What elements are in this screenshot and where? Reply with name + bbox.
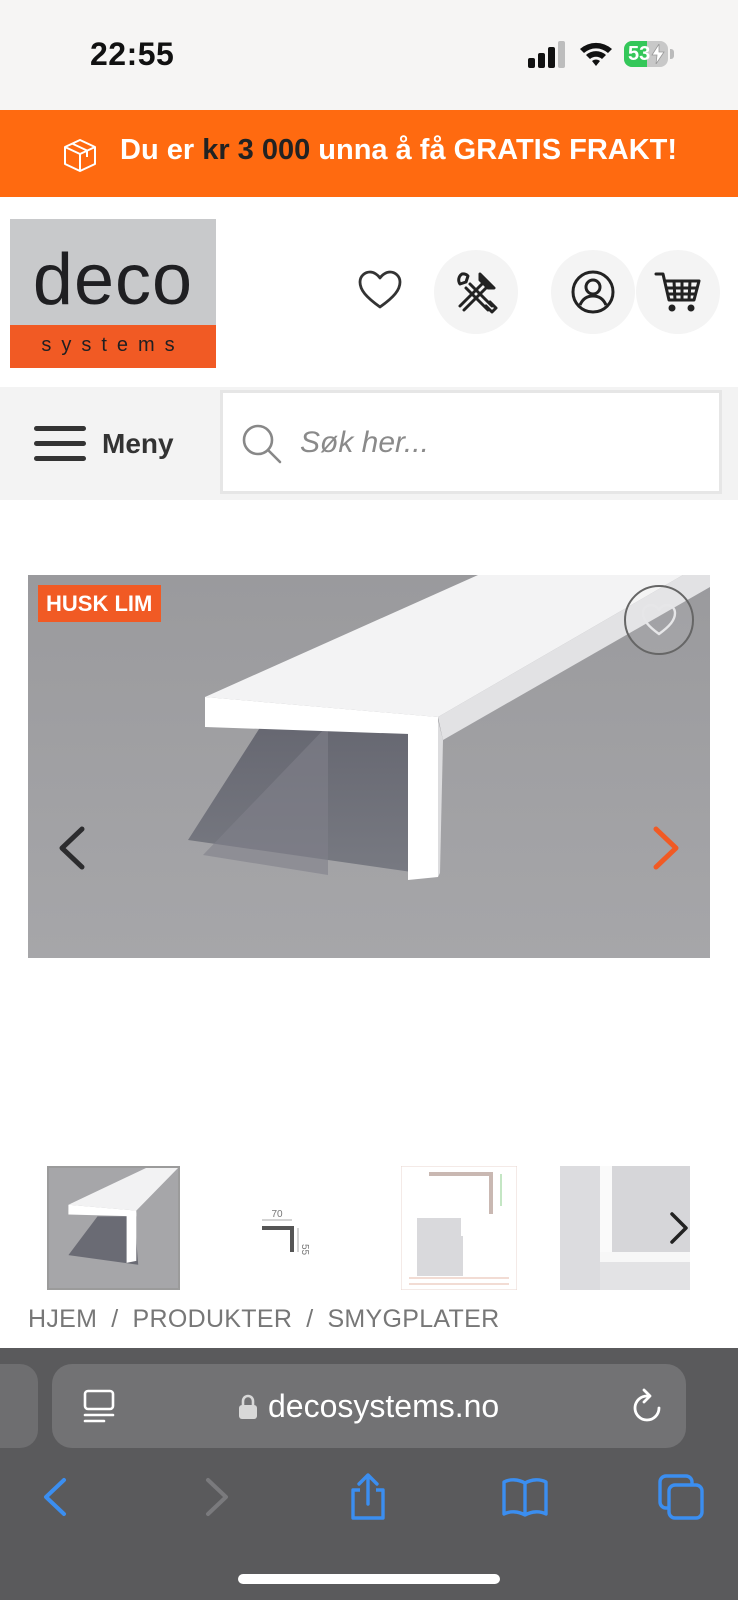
thumbnail-dimension-drawing[interactable]: 70 55 bbox=[214, 1166, 336, 1290]
add-to-wishlist-button[interactable] bbox=[624, 585, 694, 655]
reload-icon[interactable] bbox=[628, 1386, 666, 1426]
chevron-right-icon[interactable] bbox=[648, 825, 684, 871]
browser-toolbar: decosystems.no bbox=[0, 1348, 738, 1600]
site-header: deco systems bbox=[0, 197, 738, 387]
breadcrumb: HJEM / PRODUKTER / SMYGPLATER bbox=[28, 1305, 499, 1334]
chevron-right-icon[interactable] bbox=[666, 1210, 692, 1246]
bookmarks-icon[interactable] bbox=[500, 1472, 550, 1522]
forward-icon[interactable] bbox=[190, 1472, 240, 1522]
tools-button[interactable] bbox=[434, 250, 518, 334]
menu-button[interactable]: Meny bbox=[30, 419, 210, 469]
breadcrumb-home[interactable]: HJEM bbox=[28, 1305, 97, 1333]
battery-indicator: 53 bbox=[624, 41, 676, 67]
account-button[interactable] bbox=[551, 250, 635, 334]
breadcrumb-separator: / bbox=[306, 1305, 314, 1333]
thumbnail-strip: 70 55 bbox=[0, 1166, 738, 1292]
user-icon bbox=[571, 270, 615, 314]
shipping-box-icon bbox=[64, 139, 96, 172]
tabs-icon[interactable] bbox=[656, 1472, 706, 1522]
signal-icon bbox=[528, 41, 565, 68]
breadcrumb-products[interactable]: PRODUKTER bbox=[133, 1305, 293, 1333]
logo-strip: systems bbox=[10, 325, 216, 368]
heart-icon[interactable] bbox=[356, 267, 404, 315]
menu-icon bbox=[34, 426, 86, 461]
menu-label: Meny bbox=[102, 428, 174, 459]
charging-bolt-icon bbox=[651, 44, 665, 64]
product-gallery[interactable]: HUSK LIM bbox=[28, 575, 710, 958]
breadcrumb-current[interactable]: SMYGPLATER bbox=[327, 1305, 499, 1333]
logo-subtitle: systems bbox=[41, 334, 185, 356]
promo-text-before: Du er bbox=[120, 134, 203, 166]
free-shipping-banner: Du er kr 3 000 unna å få GRATIS FRAKT! bbox=[0, 110, 738, 197]
wifi-icon bbox=[580, 42, 612, 66]
reader-icon[interactable] bbox=[82, 1388, 116, 1424]
status-bar: 22:55 53 bbox=[0, 0, 738, 110]
search-icon bbox=[242, 424, 282, 464]
previous-tab-edge[interactable] bbox=[0, 1364, 38, 1448]
svg-text:55: 55 bbox=[299, 1244, 310, 1256]
share-icon[interactable] bbox=[343, 1472, 393, 1522]
remaining-amount: kr 3 000 bbox=[202, 134, 311, 166]
cart-icon bbox=[654, 272, 701, 312]
nav-bar: Meny bbox=[0, 387, 738, 500]
promo-text-after: unna å få GRATIS FRAKT! bbox=[310, 134, 678, 166]
search-input[interactable] bbox=[298, 417, 702, 469]
thumbnail-image: 70 55 bbox=[214, 1166, 336, 1290]
cart-button[interactable] bbox=[636, 250, 720, 334]
home-indicator bbox=[238, 1574, 500, 1584]
thumbnail-profile-render[interactable] bbox=[47, 1166, 180, 1290]
free-shipping-message: Du er kr 3 000 unna å få GRATIS FRAKT! bbox=[120, 134, 677, 167]
thumbnail-technical-sheet[interactable] bbox=[401, 1166, 517, 1290]
lock-icon bbox=[239, 1394, 257, 1419]
breadcrumb-separator: / bbox=[111, 1305, 119, 1333]
address-bar[interactable]: decosystems.no bbox=[52, 1364, 686, 1448]
search-box[interactable] bbox=[220, 390, 722, 494]
thumbnail-image bbox=[401, 1166, 517, 1290]
logo-wordmark: deco bbox=[32, 240, 194, 320]
status-time: 22:55 bbox=[90, 36, 175, 72]
url-text: decosystems.no bbox=[268, 1388, 500, 1424]
deco-systems-logo[interactable]: deco systems bbox=[10, 219, 216, 368]
chevron-left-icon[interactable] bbox=[54, 825, 90, 871]
product-badge: HUSK LIM bbox=[38, 585, 162, 622]
svg-text:70: 70 bbox=[271, 1209, 283, 1220]
product-image bbox=[28, 575, 710, 958]
thumbnail-image bbox=[49, 1168, 178, 1288]
tools-icon bbox=[457, 272, 498, 314]
heart-icon bbox=[641, 603, 677, 636]
battery-cap bbox=[670, 49, 674, 59]
battery-percent: 53 bbox=[628, 43, 651, 65]
back-icon[interactable] bbox=[32, 1472, 82, 1522]
